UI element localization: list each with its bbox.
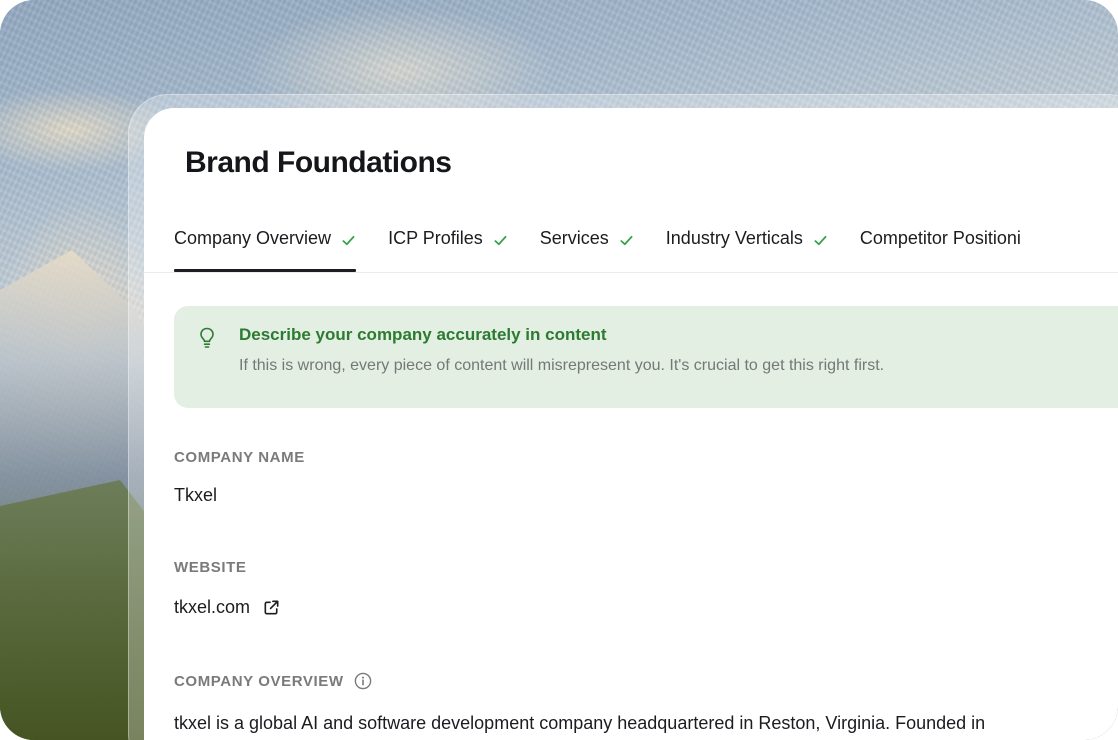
website-label-text: WEBSITE (174, 559, 247, 576)
info-icon[interactable] (354, 672, 372, 690)
brand-foundations-card: Brand Foundations Company Overview ICP P… (144, 108, 1118, 740)
website-link[interactable]: tkxel.com (174, 597, 250, 618)
tab-services[interactable]: Services (540, 224, 634, 272)
check-icon (341, 233, 356, 248)
tab-icp-profiles[interactable]: ICP Profiles (388, 224, 508, 272)
company-overview-label: COMPANY OVERVIEW (174, 672, 372, 690)
info-callout: Describe your company accurately in cont… (174, 306, 1118, 408)
tab-label: ICP Profiles (388, 228, 483, 248)
background-frame: Brand Foundations Company Overview ICP P… (0, 0, 1118, 740)
check-icon (619, 233, 634, 248)
company-overview-label-text: COMPANY OVERVIEW (174, 672, 344, 690)
external-link-icon[interactable] (262, 598, 281, 617)
tab-company-overview[interactable]: Company Overview (174, 224, 357, 272)
tab-label: Industry Verticals (665, 228, 803, 248)
tab-competitor-positioning[interactable]: Competitor Positioni (860, 224, 1021, 272)
tab-bar: Company Overview ICP Profiles Services I… (174, 224, 1021, 272)
check-icon (813, 233, 828, 248)
page-title: Brand Foundations (185, 146, 452, 179)
tab-industry-verticals[interactable]: Industry Verticals (666, 224, 828, 272)
callout-text: If this is wrong, every piece of content… (239, 357, 885, 374)
website-value: tkxel.com (174, 597, 281, 618)
company-name-label: COMPANY NAME (174, 449, 305, 466)
website-label: WEBSITE (174, 559, 247, 576)
company-overview-text[interactable]: tkxel is a global AI and software develo… (174, 713, 985, 734)
callout-title: Describe your company accurately in cont… (239, 325, 607, 344)
tab-label: Services (539, 228, 609, 248)
company-name-text: Tkxel (174, 485, 218, 505)
company-name-label-text: COMPANY NAME (174, 449, 305, 466)
tabs-divider (144, 272, 1118, 273)
lightbulb-icon (198, 326, 216, 350)
tab-label: Competitor Positioni (859, 228, 1021, 248)
company-name-value: Tkxel (174, 485, 217, 506)
check-icon (493, 233, 508, 248)
tab-label: Company Overview (174, 228, 332, 248)
